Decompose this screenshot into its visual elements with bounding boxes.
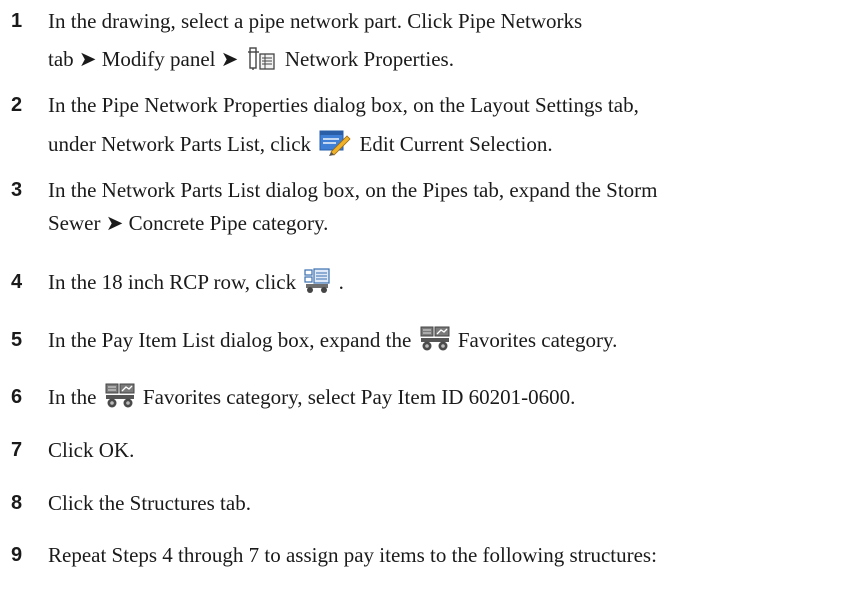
step-number: 2: [11, 94, 23, 116]
step-text-line: In the drawing, select a pipe network pa…: [48, 9, 583, 33]
step-text-line: Click the Structures tab.: [48, 491, 251, 515]
step-number: 5: [11, 329, 23, 351]
procedure-steps: 1 In the drawing, select a pipe network …: [0, 0, 855, 614]
step-text-before-icon: In the: [48, 385, 97, 409]
step-number: 1: [11, 10, 23, 32]
step-text-line: In the Pay Item List dialog box, expand …: [48, 322, 617, 359]
step-text-after-icon: Network Properties.: [284, 47, 454, 71]
step-text-before-icon: under Network Parts List, click: [48, 132, 312, 156]
step-text-line: In the Favorites category, select Pay It…: [48, 379, 575, 416]
favorites-category-icon: [420, 326, 450, 352]
step-text-line: Sewer ➤ Concrete Pipe category.: [48, 211, 329, 235]
step-text-line: tab ➤ Modify panel ➤ Network Properties.: [48, 41, 454, 78]
step-text-after-icon: Edit Current Selection.: [359, 132, 553, 156]
step-text-line: In the Pipe Network Properties dialog bo…: [48, 93, 639, 117]
step-number: 6: [11, 386, 23, 408]
step-text-line: Click OK.: [48, 438, 135, 462]
step-text-before-icon: In the Pay Item List dialog box, expand …: [48, 328, 412, 352]
step-number: 7: [11, 439, 23, 461]
network-properties-icon: [247, 47, 277, 71]
step-text-line: Repeat Steps 4 through 7 to assign pay i…: [48, 543, 657, 567]
step-number: 8: [11, 492, 23, 514]
step-text-after-icon: Favorites category.: [457, 328, 618, 352]
pay-item-list-icon: [304, 268, 330, 294]
step-text-line: In the Network Parts List dialog box, on…: [48, 178, 658, 202]
favorites-category-icon: [105, 383, 135, 409]
step-text-after-icon: Favorites category, select Pay Item ID 6…: [142, 385, 576, 409]
step-text-before-icon: tab ➤ Modify panel ➤: [48, 47, 239, 71]
step-number: 3: [11, 179, 23, 201]
step-text-line: under Network Parts List, click Edit Cur…: [48, 126, 553, 163]
edit-current-selection-icon: [319, 128, 351, 156]
step-text-line: In the 18 inch RCP row, click .: [48, 264, 344, 301]
step-number: 4: [11, 271, 23, 293]
step-text-after-icon: .: [338, 270, 344, 294]
step-text-before-icon: In the 18 inch RCP row, click: [48, 270, 297, 294]
step-number: 9: [11, 544, 23, 566]
